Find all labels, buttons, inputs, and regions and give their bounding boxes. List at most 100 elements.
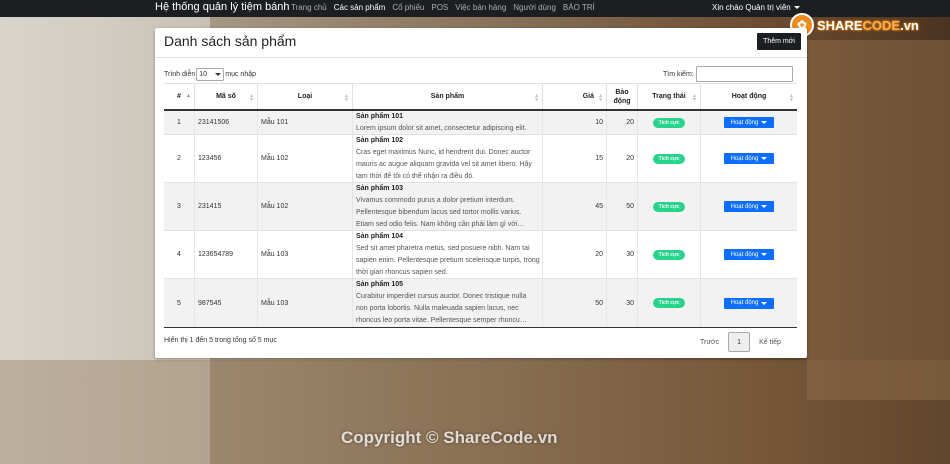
logo-text-b: CODE [862,17,901,33]
cell-type: Mẫu 102 [258,183,353,230]
cell-action: Hoạt động [701,183,797,230]
pagination-next[interactable]: Kế tiếp [759,339,781,346]
action-dropdown-button[interactable]: Hoạt động [724,201,774,212]
search-input[interactable] [695,66,793,82]
chevron-down-icon [761,121,768,124]
cell-stock: 20 [607,111,638,134]
cell-price: 10 [543,111,607,134]
search-control: Tìm kiếm: [663,66,793,82]
action-dropdown-button[interactable]: Hoạt động [724,153,774,164]
entries-select[interactable]: 10 [196,68,225,81]
cell-code: 123654789 [195,231,258,278]
product-description: Cras eget maximus Nunc, id hendrerit dui… [356,148,532,180]
cell-code: 123456 [195,135,258,182]
pagination-page-current[interactable]: 1 [728,332,751,352]
action-label: Hoạt động [730,119,759,126]
nav-item-users[interactable]: Người dùng [513,3,556,12]
col-header-type[interactable]: Loại ▲ ▼ [258,84,353,109]
cell-price: 20 [543,231,607,278]
cell-action: Hoạt động [701,231,797,278]
chevron-down-icon [793,6,800,10]
logo-text-a: SHARE [817,17,863,33]
cell-product: Sản phẩm 103 Vivamus commodo purus a dolo… [353,183,543,230]
product-name: Sản phẩm 102 [356,136,404,144]
col-header-status[interactable]: Trạng thái ▲ ▼ [638,84,701,109]
entries-value: 10 [199,71,208,78]
cell-no: 2 [164,135,195,182]
cell-stock: 20 [607,135,638,182]
action-dropdown-button[interactable]: Hoạt động [724,249,774,260]
navbar-brand[interactable]: Hệ thống quản lý tiệm bánh [155,1,290,13]
product-description: Sed sit amet pharetra metus, sed posuere… [356,244,540,276]
sharecode-logo: ✿ SHARECODE.vn [790,12,919,38]
action-label: Hoạt động [730,300,759,306]
sort-icon: ▲ ▼ [249,93,254,103]
table-row: 3 231415 Mẫu 102 Sản phẩm 103 Vivamus com… [164,183,797,231]
pagination-prev[interactable]: Trước [700,339,719,346]
action-dropdown-button[interactable]: Hoạt động [724,117,774,128]
nav-item-pos[interactable]: POS [431,3,448,12]
cell-product: Sản phẩm 102 Cras eget maximus Nunc, id h… [353,135,543,182]
sort-icon: ▲ ▼ [692,93,697,103]
nav-item-home[interactable]: Trang chủ [291,3,327,12]
background-counter [0,360,950,464]
header-label: Sản phẩm [430,92,465,100]
table-row: 4 123654789 Mẫu 103 Sản phẩm 104 Sed sit … [164,231,797,279]
action-label: Hoạt động [730,203,759,210]
logo-suffix: .vn [900,17,919,33]
divider [155,57,807,58]
nav-item-maintenance[interactable]: BÁO TRÍ [563,3,595,12]
col-header-action[interactable]: Hoạt động ▲ ▼ [701,84,797,109]
cell-stock: 30 [607,279,638,327]
product-list-card: Danh sách sản phẩm Thêm mới Trình diễn 1… [155,28,807,358]
search-label: Tìm kiếm: [663,70,694,78]
add-product-button[interactable]: Thêm mới [757,33,801,50]
cell-stock: 50 [607,183,638,230]
header-label: Giá [582,93,594,100]
cell-type: Mẫu 103 [258,231,353,278]
products-table: # ▲ Mã số ▲ ▼ Loại ▲ ▼ Sản phẩm ▲ ▼ Giá ▲ ▼ Bảo đ… [164,83,797,328]
table-info: Hiển thị 1 đến 5 trong tổng số 5 mục [164,337,277,344]
nav-item-products[interactable]: Các sản phẩm [334,3,386,12]
user-dropdown[interactable]: Xin chào Quản trị viên [712,3,800,12]
col-header-product[interactable]: Sản phẩm ▲ ▼ [353,84,543,109]
sort-icon: ▲ ▼ [789,93,794,103]
chevron-down-icon [761,301,768,305]
cell-no: 5 [164,279,195,327]
product-name: Sản phẩm 103 [356,184,404,192]
sort-icon: ▲ ▼ [598,93,603,103]
col-header-code[interactable]: Mã số ▲ ▼ [195,84,258,109]
col-header-stock[interactable]: Bảo động [607,84,638,109]
product-description: Vivamus commodo purus a dolor pretium in… [356,196,525,228]
product-name: Sản phẩm 101 [356,112,404,120]
cell-no: 3 [164,183,195,230]
cell-stock: 30 [607,231,638,278]
col-header-no[interactable]: # ▲ [164,84,195,109]
action-label: Hoạt động [730,155,759,162]
cell-action: Hoạt động [701,111,797,134]
watermark-text: ShareCode.vn [551,41,660,60]
copyright-text: Copyright © ShareCode.vn [341,428,558,447]
header-label: Hoạt động [731,93,767,100]
cell-price: 50 [543,279,607,327]
action-dropdown-button[interactable]: Hoạt động [724,297,774,309]
user-greeting: Xin chào Quản trị viên [712,3,791,12]
cell-no: 4 [164,231,195,278]
cell-status: Tích cực [638,279,701,327]
nav-item-sales[interactable]: Việc bán hàng [455,3,506,12]
cell-status: Tích cực [638,183,701,230]
status-badge: Tích cực [652,201,686,212]
cell-type: Mẫu 103 [258,279,353,327]
header-label: # [177,93,181,100]
table-footer-line [164,327,797,328]
sort-icon: ▲ [186,93,191,99]
length-suffix: mục nhập [225,71,257,78]
header-label: Mã số [216,93,236,100]
background-shelf [807,40,950,400]
table-row: 1 23141506 Mẫu 101 Sản phẩm 101 Lorem ips… [164,111,797,135]
status-badge: Tích cực [652,298,686,308]
sort-icon: ▲ ▼ [534,93,539,103]
cell-code: 231415 [195,183,258,230]
nav-item-stock[interactable]: Cổ phiếu [392,3,424,12]
col-header-price[interactable]: Giá ▲ ▼ [543,84,607,109]
